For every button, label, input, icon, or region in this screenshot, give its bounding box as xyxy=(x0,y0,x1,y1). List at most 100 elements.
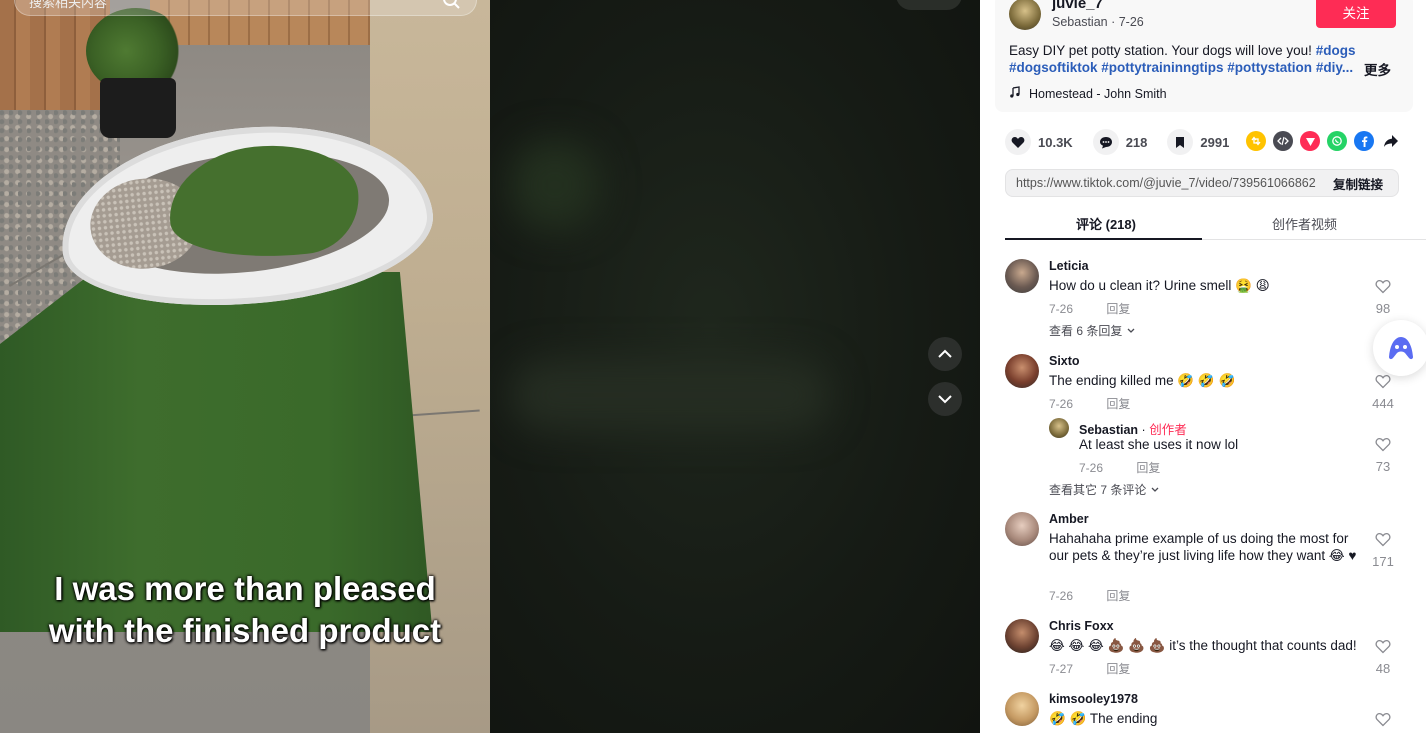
reply-author-line: Sebastian · 创作者 xyxy=(1079,419,1187,438)
view-replies-button[interactable]: 查看 6 条回复 xyxy=(1049,322,1136,339)
copy-link-button[interactable]: 复制链接 xyxy=(1318,170,1398,196)
more-button[interactable]: 更多 xyxy=(1364,59,1391,79)
tab-creator-videos[interactable]: 创作者视频 xyxy=(1272,214,1337,233)
heart-outline-icon xyxy=(1375,279,1391,294)
comment-like[interactable]: 444 xyxy=(1366,374,1400,411)
comment-date: 7-26 xyxy=(1049,302,1074,316)
comment-like-count: 98 xyxy=(1375,301,1391,316)
hashtag[interactable]: #pottytraininngtips xyxy=(1101,60,1223,75)
hashtag[interactable]: #dogs xyxy=(1316,43,1356,58)
chevron-up-icon xyxy=(938,349,952,358)
author-username[interactable]: juvie_7 xyxy=(1052,0,1103,12)
search-icon[interactable] xyxy=(440,0,464,13)
comment-text: The ending killed me 🤣 🤣 🤣 xyxy=(1049,373,1236,388)
comment-text: Hahahaha prime example of us doing the m… xyxy=(1049,531,1357,563)
video-player[interactable]: 搜索相关内容 I was more than pleased with the … xyxy=(0,0,490,733)
tiktok-video-page: 搜索相关内容 I was more than pleased with the … xyxy=(0,0,1426,733)
caption-line: with the finished product xyxy=(48,612,442,649)
blur-shape xyxy=(510,140,600,230)
comment-text: 🤣 🤣 The ending xyxy=(1049,711,1158,726)
view-more-label: 查看其它 7 条评论 xyxy=(1049,483,1147,497)
commenter-avatar[interactable] xyxy=(1005,259,1039,293)
panel-tabs: 评论 (218) 创作者视频 xyxy=(1005,204,1426,240)
comment-action[interactable]: 218 xyxy=(1092,129,1148,155)
embed-code-icon[interactable] xyxy=(1273,131,1293,151)
save-count: 2991 xyxy=(1200,134,1230,150)
facebook-icon[interactable] xyxy=(1354,131,1374,151)
send-to-friends-icon[interactable] xyxy=(1300,131,1320,151)
comment-item: kimsooley1978 🤣 🤣 The ending xyxy=(1005,692,1400,733)
hashtag[interactable]: #pottystation xyxy=(1227,60,1312,75)
reply-button[interactable]: 回复 xyxy=(1136,461,1160,475)
share-arrow-icon[interactable] xyxy=(1381,131,1401,151)
hashtag[interactable]: #dogsoftiktok xyxy=(1009,60,1098,75)
repost-icon[interactable] xyxy=(1246,131,1266,151)
comment-like[interactable] xyxy=(1366,712,1400,732)
author-display-name: Sebastian xyxy=(1052,15,1108,29)
top-control-pill[interactable] xyxy=(896,0,962,10)
reply-avatar[interactable] xyxy=(1049,418,1069,438)
reply-button[interactable]: 回复 xyxy=(1106,662,1130,676)
post-description: Easy DIY pet potty station. Your dogs wi… xyxy=(1009,42,1379,76)
bookmark-icon[interactable] xyxy=(1167,129,1194,155)
commenter-avatar[interactable] xyxy=(1005,512,1039,546)
heart-outline-icon xyxy=(1375,712,1391,727)
reply-meta: 7-26 回复 xyxy=(1079,459,1160,476)
commenter-name[interactable]: Amber xyxy=(1049,512,1089,526)
commenter-avatar[interactable] xyxy=(1005,619,1039,653)
comment-bubble-icon[interactable] xyxy=(1092,129,1119,155)
commenter-name[interactable]: Sixto xyxy=(1049,354,1080,368)
commenter-name[interactable]: Leticia xyxy=(1049,259,1089,273)
comment-item: Amber Hahahaha prime example of us doing… xyxy=(1005,512,1400,607)
follow-button[interactable]: 关注 xyxy=(1316,0,1396,28)
side-panel: juvie_7 Sebastian · 7-26 关注 Easy DIY pet… xyxy=(980,0,1426,733)
video-caption: I was more than pleased with the finishe… xyxy=(0,568,490,652)
comment-date: 7-26 xyxy=(1049,589,1074,603)
creator-badge: 创作者 xyxy=(1149,423,1187,437)
comment-like[interactable]: 48 xyxy=(1366,639,1400,676)
comment-like[interactable]: 171 xyxy=(1366,532,1400,569)
ai-assistant-button[interactable] xyxy=(1373,320,1426,376)
next-video-button[interactable] xyxy=(928,382,962,416)
whatsapp-icon[interactable] xyxy=(1327,131,1347,151)
chevron-down-icon xyxy=(1151,487,1159,492)
comment-like-count: 48 xyxy=(1375,661,1391,676)
view-replies-label: 查看 6 条回复 xyxy=(1049,324,1123,338)
comment-count: 218 xyxy=(1125,134,1148,150)
reply-like[interactable]: 73 xyxy=(1366,437,1400,474)
reply-username[interactable]: Sebastian xyxy=(1079,423,1138,437)
blur-shape xyxy=(510,360,830,430)
view-more-comments-button[interactable]: 查看其它 7 条评论 xyxy=(1049,481,1160,498)
reply-button[interactable]: 回复 xyxy=(1106,589,1130,603)
comment-meta: 7-26 回复 xyxy=(1049,587,1130,604)
heart-icon[interactable] xyxy=(1005,129,1031,155)
comment-date: 7-26 xyxy=(1049,397,1074,411)
previous-video-button[interactable] xyxy=(928,337,962,371)
heart-outline-icon xyxy=(1375,639,1391,654)
music-link[interactable]: Homestead - John Smith xyxy=(1009,86,1167,101)
music-note-icon xyxy=(1009,86,1021,101)
search-bar[interactable]: 搜索相关内容 xyxy=(14,0,477,16)
like-action[interactable]: 10.3K xyxy=(1005,129,1073,155)
share-options xyxy=(1246,131,1401,151)
reply-button[interactable]: 回复 xyxy=(1106,397,1130,411)
save-action[interactable]: 2991 xyxy=(1167,129,1229,155)
share-url[interactable]: https://www.tiktok.com/@juvie_7/video/73… xyxy=(1016,176,1316,190)
reply-like-count: 73 xyxy=(1375,459,1391,474)
music-title: Homestead - John Smith xyxy=(1029,86,1167,101)
comment-like[interactable]: 98 xyxy=(1366,279,1400,316)
reply-button[interactable]: 回复 xyxy=(1106,302,1130,316)
search-placeholder: 搜索相关内容 xyxy=(29,0,108,10)
assistant-logo-icon xyxy=(1389,337,1413,360)
commenter-avatar[interactable] xyxy=(1005,354,1039,388)
like-count: 10.3K xyxy=(1038,134,1073,150)
heart-outline-icon xyxy=(1375,437,1391,452)
commenter-name[interactable]: Chris Foxx xyxy=(1049,619,1114,633)
tab-comments[interactable]: 评论 (218) xyxy=(1076,214,1136,233)
commenter-name[interactable]: kimsooley1978 xyxy=(1049,692,1138,706)
comment-like-count: 444 xyxy=(1372,396,1394,411)
commenter-avatar[interactable] xyxy=(1005,692,1039,726)
reply-item: Sebastian · 创作者 At least she uses it now… xyxy=(1049,418,1400,475)
hashtag[interactable]: #diy... xyxy=(1316,60,1353,75)
reply-text: At least she uses it now lol xyxy=(1079,437,1239,452)
